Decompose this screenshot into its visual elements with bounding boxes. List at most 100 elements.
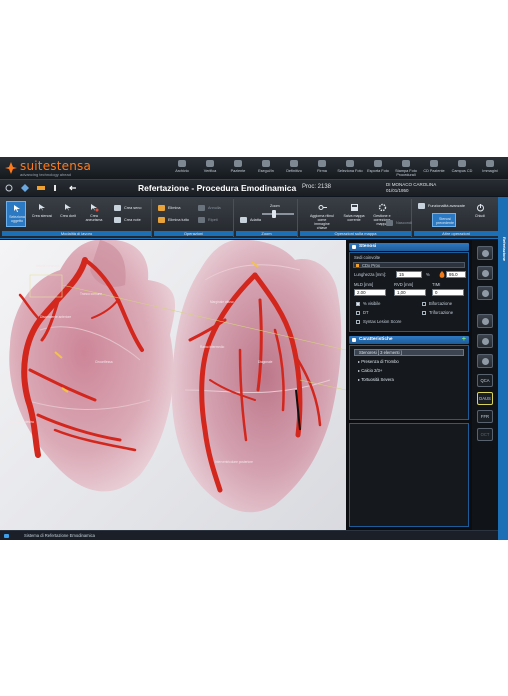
rvd-input[interactable]: 1,00	[394, 289, 426, 296]
heart-view-left[interactable]	[9, 240, 176, 492]
nav-item-seleziona-foto[interactable]: Seleziona Foto	[336, 157, 364, 179]
save-icon[interactable]	[37, 184, 45, 192]
create-stenosis-button[interactable]: Crea stenosi	[32, 201, 52, 227]
heart-model[interactable]	[0, 240, 346, 530]
tool-button-3[interactable]	[477, 286, 493, 300]
delete-icon	[158, 205, 165, 211]
ribbon-group-label: Operazioni	[154, 231, 233, 236]
qca-button[interactable]: QCA	[477, 374, 493, 387]
tool-button-1[interactable]	[477, 246, 493, 260]
tree-node[interactable]: ▸ Tortuosità Severa	[358, 377, 394, 382]
advanced-features-button[interactable]: Funzionalità avanzate	[418, 202, 465, 210]
delete-all-button[interactable]: Elimina tutto	[158, 216, 189, 224]
collapse-icon	[352, 338, 356, 342]
nav-item-esegui[interactable]: Esegui/In	[252, 157, 280, 179]
tool-button-2[interactable]	[477, 266, 493, 280]
patient-dob: 01/01/1950	[386, 187, 409, 193]
nav-item-archivio[interactable]: Archivio	[168, 157, 196, 179]
ribbon-group-other-operations: Funzionalità avanzate Stenosi precedente…	[414, 199, 498, 237]
heart-3d-viewport[interactable]: Arteria coronaria Tronco comune Discende…	[0, 240, 346, 530]
create-aneurysm-button[interactable]: Crea aneurisma	[84, 201, 104, 227]
dorit-tool-icon	[65, 204, 71, 211]
save-map-button[interactable]: Salva mappa corrente	[344, 201, 364, 227]
close-button[interactable]: Chiudi	[470, 201, 490, 227]
ffr-button[interactable]: FFR	[477, 410, 493, 423]
advanced-icon	[418, 203, 425, 209]
percent-input[interactable]: 95.0	[446, 271, 466, 278]
length-input[interactable]: 15	[396, 271, 422, 278]
tree-node[interactable]: ▸ Presenza di Trombo	[358, 359, 399, 364]
ribbon-group-label: Altre operazioni	[414, 231, 498, 236]
stenosis-section-header[interactable]: Stenosi	[349, 243, 469, 251]
hide-button[interactable]: Nascondi	[386, 219, 412, 227]
tool-button-4[interactable]	[477, 314, 493, 328]
nav-item-campus-cd[interactable]: Campus CD	[448, 157, 476, 179]
back-arrow-icon[interactable]	[69, 184, 77, 192]
refertazione-side-tab[interactable]: Refertazione	[498, 197, 508, 540]
settings-icon[interactable]	[5, 184, 13, 192]
collapse-icon	[352, 245, 356, 249]
tool-button-5[interactable]	[477, 334, 493, 348]
percent-visible-checkbox[interactable]	[356, 302, 360, 306]
create-dorit-button[interactable]: Crea dorit	[58, 201, 78, 227]
trifurcation-checkbox[interactable]	[422, 311, 426, 315]
timi-select[interactable]: 0	[432, 289, 464, 296]
ribbon-group-map-operations: Aggiorna ritinul come immagine chiave Sa…	[300, 199, 412, 237]
seno-icon	[114, 205, 121, 211]
measure-icon	[482, 290, 489, 297]
tree-node[interactable]: ▸ Calcio 2/3+	[358, 368, 382, 373]
nav-item-cd-paziente[interactable]: CD Paziente	[420, 157, 448, 179]
diamond-icon[interactable]	[21, 184, 29, 192]
features-section-header[interactable]: Caratteristiche +	[349, 336, 469, 344]
create-seno-button[interactable]: Crea seno	[114, 204, 142, 212]
stenosis-section: Sedi coinvolte CDx Prox Lunghezza [mm]: …	[349, 252, 469, 332]
brand-logo: suitestensa advancing technology ahead	[4, 159, 94, 177]
redo-button[interactable]: Ripeti	[198, 216, 218, 224]
update-key-image-button[interactable]: Aggiorna ritinul come immagine chiave	[310, 201, 334, 230]
zoom-slider-thumb[interactable]	[272, 210, 276, 218]
nav-item-definitivo[interactable]: Definitivo	[280, 157, 308, 179]
flame-icon	[439, 271, 445, 278]
sidebar-icon[interactable]	[53, 184, 61, 192]
bifurcation-checkbox[interactable]	[422, 302, 426, 306]
nav-item-paziente[interactable]: Paziente	[224, 157, 252, 179]
nav-item-verifica[interactable]: Verifica	[196, 157, 224, 179]
status-bar: Sistema di Refertazione Emodinamica	[0, 530, 498, 540]
syntax-score-checkbox[interactable]	[356, 320, 360, 324]
ribbon-group-work-mode: Seleziona oggetto Crea stenosi Crea dori…	[2, 199, 152, 237]
mld-input[interactable]: 2.00	[354, 289, 386, 296]
annotation-label[interactable]: Discendente anteriore	[40, 315, 71, 319]
zoom-slider[interactable]	[262, 210, 294, 218]
create-note-button[interactable]: Crea note	[114, 216, 141, 224]
select-object-button[interactable]: Seleziona oggetto	[6, 201, 26, 227]
nav-item-firma[interactable]: Firma	[308, 157, 336, 179]
dt-checkbox[interactable]	[356, 311, 360, 315]
save-map-icon	[351, 204, 358, 211]
previous-stenosis-button[interactable]: Stenosi precedente	[432, 213, 456, 227]
annotation-label[interactable]: Arteria coronaria	[36, 264, 60, 268]
undo-button[interactable]: Annulla	[198, 204, 221, 212]
oct-button[interactable]: OCT	[477, 428, 493, 441]
annotation-label[interactable]: Ramo intermedio	[200, 345, 224, 349]
procedure-number: Proc: 2138	[302, 184, 332, 190]
annotation-label[interactable]: Tronco comune	[80, 292, 102, 296]
nav-item-stampa-foto[interactable]: Stampa Foto Procedurali	[392, 157, 420, 179]
annotation-label[interactable]: Circonflessa	[95, 360, 113, 364]
delete-button[interactable]: Elimina	[158, 204, 180, 212]
fit-button[interactable]: Adatta	[240, 216, 261, 224]
daus-button[interactable]: DAUS	[477, 392, 493, 405]
annotation-label[interactable]: Interventricolare posteriore	[215, 460, 253, 464]
annotation-label[interactable]: Diagonale	[258, 360, 272, 364]
nav-item-immagini[interactable]: Immagini	[476, 157, 504, 179]
nav-item-esporta-foto[interactable]: Esporta Foto	[364, 157, 392, 179]
verify-icon	[206, 160, 214, 167]
tool-button-6[interactable]	[477, 354, 493, 368]
add-feature-icon[interactable]: +	[462, 336, 466, 344]
site-row[interactable]: CDx Prox	[353, 262, 465, 268]
catheter-icon	[482, 338, 489, 345]
annotation-label[interactable]: Coronaria destra	[10, 420, 34, 424]
brand-tagline: advancing technology ahead	[20, 172, 71, 177]
annotation-label[interactable]: Marginale ottuso	[210, 300, 234, 304]
ribbon-group-operations: Elimina Elimina tutto Annulla Ripeti Ope…	[154, 199, 234, 237]
tree-node-root[interactable]: Stenoresi [ 3 elementi ]	[354, 349, 464, 356]
